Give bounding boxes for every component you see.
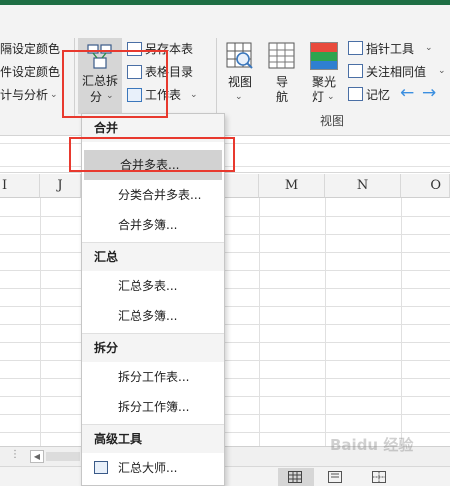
watermark: Baidu 经验: [330, 436, 414, 454]
column-header-j[interactable]: J: [40, 174, 81, 198]
spotlight-icon: [310, 42, 338, 70]
column-header-o[interactable]: O: [401, 174, 450, 198]
grid-line: [0, 396, 450, 397]
summary-master-icon: [94, 461, 108, 474]
grid-line: [0, 216, 450, 217]
group-label-view: 视图: [320, 114, 345, 128]
grid-line: [0, 252, 450, 253]
menu-item-category-merge[interactable]: 分类合并多表...: [82, 180, 224, 210]
pointer-tool-icon: [348, 41, 363, 55]
spotlight-button-line2: 灯: [312, 90, 325, 104]
more-icon[interactable]: ⋮: [10, 449, 20, 460]
arrow-left-icon[interactable]: ←: [400, 85, 414, 102]
menu-item-summary-master[interactable]: 汇总大师...: [82, 453, 224, 483]
pointer-tool-button[interactable]: 指针工具: [366, 42, 414, 56]
same-value-icon: [348, 64, 363, 78]
menu-item-summary-books[interactable]: 汇总多簿...: [82, 301, 224, 331]
ribbon-separator: [216, 38, 217, 118]
grid-line: [0, 378, 450, 379]
page-break-icon[interactable]: [372, 471, 386, 483]
navigation-button-line2: 航: [276, 90, 289, 104]
memory-icon: [348, 87, 363, 101]
chevron-down-icon: ⌄: [438, 66, 446, 76]
ribbon-item-alt-color[interactable]: 隔设定颜色: [0, 42, 60, 56]
grid-line: [0, 360, 450, 361]
menu-item-summary-master-label: 汇总大师...: [118, 461, 178, 475]
menu-section-summary: 汇总: [82, 243, 224, 271]
menu-section-advanced: 高级工具: [82, 425, 224, 453]
memory-button[interactable]: 记忆: [366, 88, 390, 102]
cell-grid[interactable]: [0, 198, 450, 446]
grid-line: [325, 198, 326, 446]
grid-line: [401, 198, 402, 446]
ribbon-item-stats[interactable]: 计与分析: [0, 88, 48, 102]
menu-item-summary-sheets[interactable]: 汇总多表...: [82, 271, 224, 301]
spotlight-button[interactable]: 聚光: [312, 75, 336, 89]
horizontal-scrollbar[interactable]: [46, 452, 80, 461]
navigation-button[interactable]: 导: [276, 75, 288, 89]
grid-line: [0, 432, 450, 433]
view-button[interactable]: 视图: [228, 75, 252, 89]
navigation-icon: [268, 42, 295, 69]
chevron-down-icon: ⌄: [327, 92, 335, 102]
scroll-left-icon[interactable]: ◀: [30, 450, 44, 463]
view-icon: [226, 42, 253, 69]
ribbon-item-cond-color[interactable]: 件设定颜色: [0, 65, 60, 79]
grid-line: [40, 198, 41, 446]
chevron-down-icon: ⌄: [50, 90, 58, 100]
grid-line: [0, 342, 450, 343]
column-header-i[interactable]: I: [0, 174, 40, 198]
chevron-down-icon: ⌄: [425, 43, 433, 53]
arrow-right-icon[interactable]: →: [422, 85, 436, 102]
menu-section-split: 拆分: [82, 334, 224, 362]
grid-line: [0, 414, 450, 415]
menu-item-split-sheet[interactable]: 拆分工作表...: [82, 362, 224, 392]
column-header-n[interactable]: N: [325, 174, 401, 198]
column-header-m[interactable]: M: [259, 174, 325, 198]
chevron-down-icon: ⌄: [190, 90, 198, 100]
grid-line: [0, 306, 450, 307]
grid-line: [0, 234, 450, 235]
grid-line: [259, 198, 260, 446]
column-header-blank[interactable]: [225, 174, 259, 198]
highlight-box-menu-item: [69, 137, 235, 172]
grid-line: [0, 270, 450, 271]
normal-view-icon: [288, 471, 302, 483]
same-value-button[interactable]: 关注相同值: [366, 65, 426, 79]
menu-item-split-book[interactable]: 拆分工作簿...: [82, 392, 224, 422]
page-layout-icon[interactable]: [328, 471, 342, 483]
highlight-box-button: [62, 50, 168, 118]
menu-item-merge-books[interactable]: 合并多簿...: [82, 210, 224, 240]
chevron-down-icon: ⌄: [235, 92, 243, 102]
grid-line: [0, 288, 450, 289]
grid-line: [0, 324, 450, 325]
